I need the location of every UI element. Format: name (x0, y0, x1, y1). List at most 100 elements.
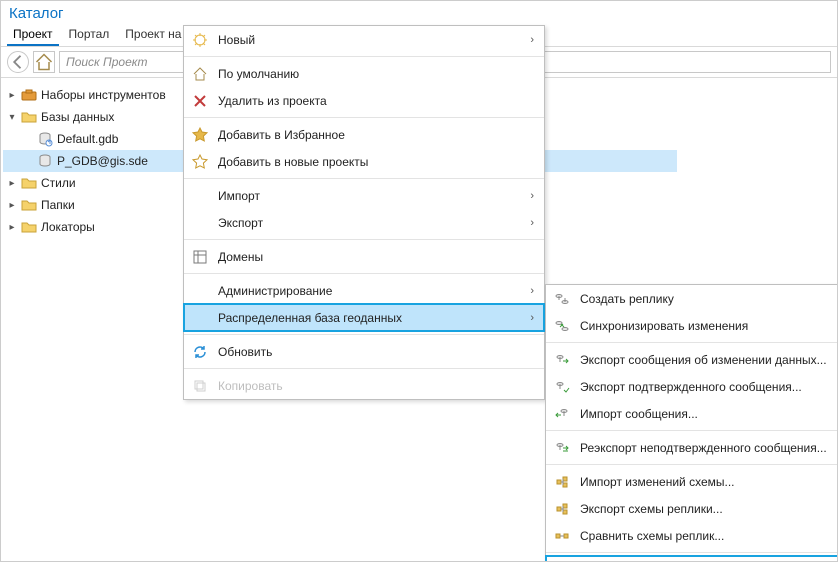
catalog-tree[interactable]: Наборы инструментов Базы данных Default.… (1, 78, 205, 548)
tree-label: P_GDB@gis.sde (57, 154, 148, 168)
tree-node-folders[interactable]: Папки (3, 194, 203, 216)
submenu-arrow-icon: › (530, 217, 534, 229)
menu-separator (546, 464, 838, 465)
menu-label: Экспорт схемы реплики... (580, 502, 830, 516)
menu-separator (184, 117, 544, 118)
tree-label: Локаторы (41, 220, 95, 234)
expand-icon[interactable] (7, 200, 17, 211)
compare-schema-icon (554, 528, 570, 544)
menu-label: Импорт (218, 189, 520, 203)
context-menu: Новый › По умолчанию Удалить из проекта … (183, 25, 545, 400)
blank-icon (192, 188, 208, 204)
menu-label: Новый (218, 33, 520, 47)
tree-label: Папки (41, 198, 75, 212)
menu-separator (546, 342, 838, 343)
tree-label: Базы данных (41, 110, 114, 124)
tree-node-locators[interactable]: Локаторы (3, 216, 203, 238)
submenu-item-reexport[interactable]: Реэкспорт неподтвержденного сообщения... (546, 434, 838, 461)
submenu-item-import-msg[interactable]: Импорт сообщения... (546, 400, 838, 427)
new-icon (192, 32, 208, 48)
copy-icon (192, 378, 208, 394)
submenu-item-export-schema[interactable]: Экспорт схемы реплики... (546, 495, 838, 522)
folder-styles-icon (21, 175, 37, 191)
import-schema-icon (554, 474, 570, 490)
tree-label: Default.gdb (57, 132, 118, 146)
import-msg-icon (554, 406, 570, 422)
submenu-item-import-schema[interactable]: Импорт изменений схемы... (546, 468, 838, 495)
menu-label: Экспорт сообщения об изменении данных... (580, 353, 830, 367)
sync-icon (554, 318, 570, 334)
tab-project[interactable]: Проект (7, 24, 59, 46)
sde-icon (37, 153, 53, 169)
menu-label: Удалить из проекта (218, 94, 534, 108)
menu-label: Обновить (218, 345, 534, 359)
menu-item-import[interactable]: Импорт › (184, 182, 544, 209)
expand-icon[interactable] (7, 178, 17, 189)
submenu-arrow-icon: › (530, 312, 534, 324)
menu-item-default[interactable]: По умолчанию (184, 60, 544, 87)
folder-db-icon (21, 109, 37, 125)
folder-locators-icon (21, 219, 37, 235)
submenu-item-export-data-msg[interactable]: Экспорт сообщения об изменении данных... (546, 346, 838, 373)
expand-icon[interactable] (7, 222, 17, 233)
expand-icon[interactable] (7, 90, 17, 101)
submenu-item-compare-schema[interactable]: Сравнить схемы реплик... (546, 522, 838, 549)
blank-icon (192, 310, 208, 326)
submenu-distributed-gdb: Создать реплику Синхронизировать изменен… (545, 284, 838, 562)
home-icon (192, 66, 208, 82)
submenu-item-manage-replicas[interactable]: Управление репликами (546, 556, 838, 562)
submenu-arrow-icon: › (530, 190, 534, 202)
menu-item-copy: Копировать (184, 372, 544, 399)
menu-item-refresh[interactable]: Обновить (184, 338, 544, 365)
menu-label: Импорт сообщения... (580, 407, 830, 421)
menu-separator (546, 430, 838, 431)
menu-item-domains[interactable]: Домены (184, 243, 544, 270)
menu-item-remove[interactable]: Удалить из проекта (184, 87, 544, 114)
menu-item-distributed-gdb[interactable]: Распределенная база геоданных › (184, 304, 544, 331)
tree-node-default-gdb[interactable]: Default.gdb (3, 128, 203, 150)
menu-label: По умолчанию (218, 67, 534, 81)
submenu-arrow-icon: › (530, 285, 534, 297)
reexport-icon (554, 440, 570, 456)
menu-separator (184, 334, 544, 335)
blank-icon (192, 215, 208, 231)
refresh-icon (192, 344, 208, 360)
home-button[interactable] (33, 51, 55, 73)
toolbox-icon (21, 87, 37, 103)
menu-separator (184, 56, 544, 57)
submenu-item-export-ack-msg[interactable]: Экспорт подтвержденного сообщения... (546, 373, 838, 400)
export-schema-icon (554, 501, 570, 517)
submenu-arrow-icon: › (530, 34, 534, 46)
domains-icon (192, 249, 208, 265)
export-ack-icon (554, 379, 570, 395)
tree-node-styles[interactable]: Стили (3, 172, 203, 194)
tree-node-databases[interactable]: Базы данных (3, 106, 203, 128)
submenu-item-sync[interactable]: Синхронизировать изменения (546, 312, 838, 339)
menu-item-admin[interactable]: Администрирование › (184, 277, 544, 304)
menu-label: Сравнить схемы реплик... (580, 529, 830, 543)
expand-icon[interactable] (7, 112, 17, 123)
menu-separator (546, 552, 838, 553)
star-plus-icon (192, 154, 208, 170)
export-data-icon (554, 352, 570, 368)
tree-node-toolboxes[interactable]: Наборы инструментов (3, 84, 203, 106)
create-replica-icon (554, 291, 570, 307)
blank-icon (192, 283, 208, 299)
menu-label: Синхронизировать изменения (580, 319, 830, 333)
tab-portal[interactable]: Портал (63, 24, 116, 46)
tab-project-on[interactable]: Проект на (119, 24, 187, 46)
menu-item-new[interactable]: Новый › (184, 26, 544, 53)
menu-item-add-new-projects[interactable]: Добавить в новые проекты (184, 148, 544, 175)
menu-item-add-favorite[interactable]: Добавить в Избранное (184, 121, 544, 148)
menu-item-export[interactable]: Экспорт › (184, 209, 544, 236)
menu-label: Добавить в Избранное (218, 128, 534, 142)
menu-label: Распределенная база геоданных (218, 311, 520, 325)
submenu-item-create-replica[interactable]: Создать реплику (546, 285, 838, 312)
tree-label: Стили (41, 176, 76, 190)
menu-label: Импорт изменений схемы... (580, 475, 830, 489)
menu-separator (184, 239, 544, 240)
menu-label: Администрирование (218, 284, 520, 298)
window-title: Каталог (1, 1, 837, 24)
folder-icon (21, 197, 37, 213)
back-button[interactable] (7, 51, 29, 73)
